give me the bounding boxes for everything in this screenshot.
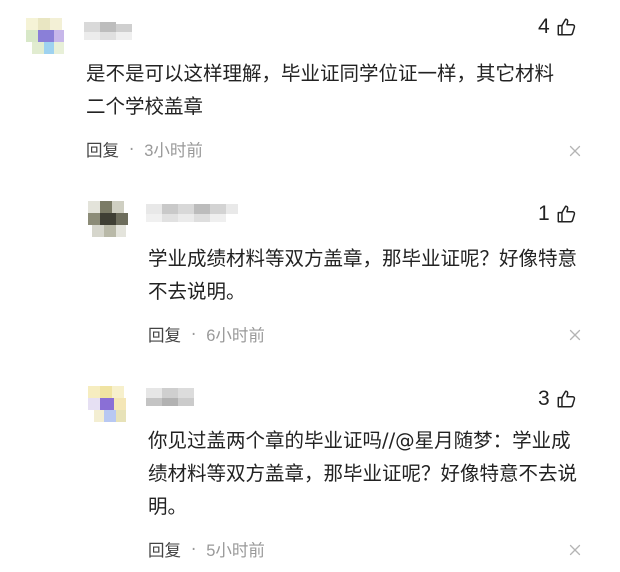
separator-dot: ·	[191, 539, 197, 559]
avatar[interactable]	[22, 12, 70, 60]
reply-button[interactable]: 回复	[148, 537, 181, 561]
thumbs-up-icon	[556, 203, 578, 225]
like-count: 1	[538, 202, 550, 225]
comment-meta: 回复 · 6小时前	[148, 322, 265, 346]
close-icon[interactable]	[569, 329, 581, 341]
username-blurred[interactable]	[84, 22, 134, 40]
like-count: 4	[538, 15, 550, 38]
timestamp: 3小时前	[144, 142, 203, 160]
comment-text: 你见过盖两个章的毕业证吗//@星月随梦：学业成绩材料等双方盖章，那毕业证呢？好像…	[148, 429, 578, 518]
timestamp: 5小时前	[206, 542, 265, 560]
reply-button[interactable]: 回复	[86, 137, 119, 161]
thumbs-up-icon	[556, 16, 578, 38]
username-blurred[interactable]	[146, 204, 238, 222]
timestamp: 6小时前	[206, 327, 265, 345]
separator-dot: ·	[191, 324, 197, 344]
separator-dot: ·	[129, 139, 135, 159]
close-icon[interactable]	[569, 544, 581, 556]
username-blurred[interactable]	[146, 388, 196, 406]
avatar[interactable]	[84, 380, 132, 428]
comment-meta: 回复 · 3小时前	[86, 137, 203, 161]
comment-text: 学业成绩材料等双方盖章，那毕业证呢？好像特意不去说明。	[148, 247, 578, 303]
like-button[interactable]: 1	[538, 202, 578, 226]
thumbs-up-icon	[556, 388, 578, 410]
like-count: 3	[538, 387, 550, 410]
avatar[interactable]	[84, 195, 132, 243]
like-button[interactable]: 4	[538, 15, 578, 39]
reply-button[interactable]: 回复	[148, 322, 181, 346]
close-icon[interactable]	[569, 145, 581, 157]
comment-text: 是不是可以这样理解，毕业证同学位证一样，其它材料二个学校盖章	[86, 62, 555, 118]
comment-meta: 回复 · 5小时前	[148, 537, 265, 561]
like-button[interactable]: 3	[538, 387, 578, 411]
